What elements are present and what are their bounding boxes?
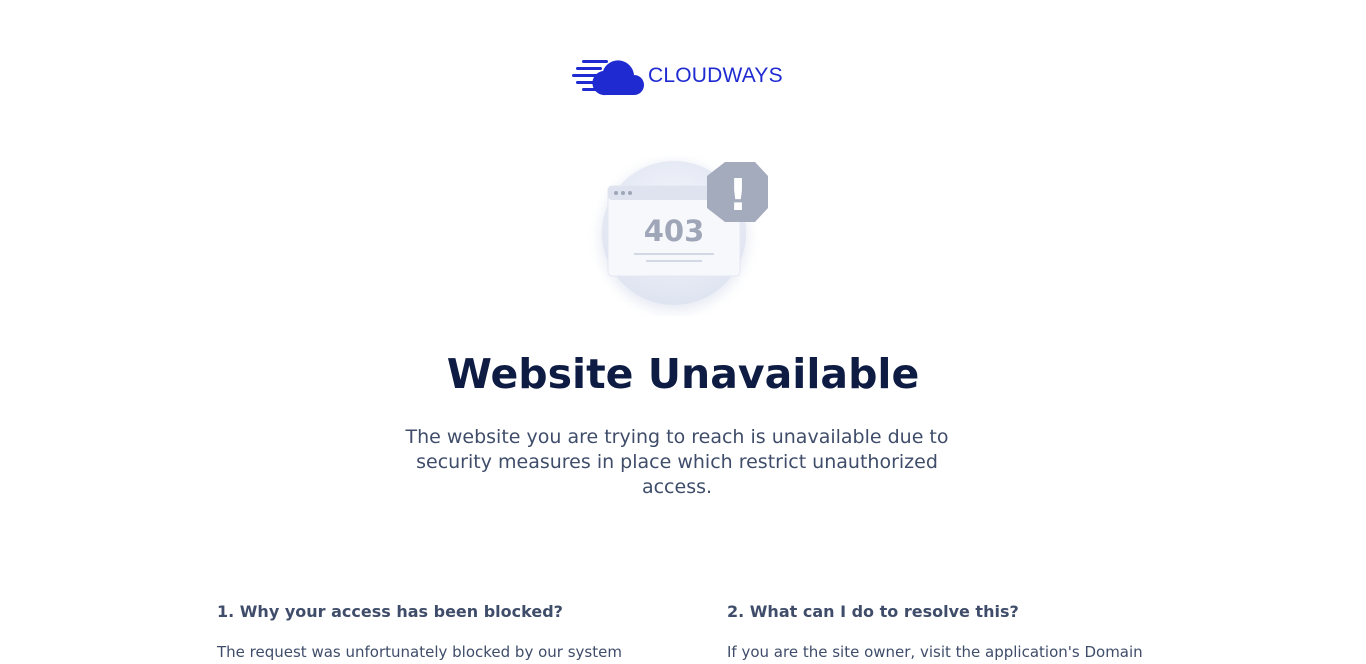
page-subtitle: The website you are trying to reach is u… — [405, 426, 949, 498]
info-section-why-blocked: 1. Why your access has been blocked? The… — [217, 600, 687, 664]
info-section-resolve: 2. What can I do to resolve this? If you… — [727, 600, 1197, 664]
brand-name: CLOUDWAYS — [648, 64, 783, 87]
browser-error-icon: 403 ! — [600, 161, 768, 311]
section-body: If you are the site owner, visit the app… — [727, 643, 1143, 661]
page-title: Website Unavailable — [446, 350, 920, 398]
section-body: The request was unfortunately blocked by… — [217, 643, 622, 661]
section-heading: 2. What can I do to resolve this? — [727, 602, 1019, 621]
cloud-speed-icon — [572, 60, 644, 96]
error-code: 403 — [644, 214, 705, 248]
warning-symbol: ! — [728, 170, 748, 221]
section-heading: 1. Why your access has been blocked? — [217, 602, 563, 621]
error-illustration: 403 ! — [580, 156, 776, 316]
cloudways-logo: CLOUDWAYS — [572, 56, 783, 96]
